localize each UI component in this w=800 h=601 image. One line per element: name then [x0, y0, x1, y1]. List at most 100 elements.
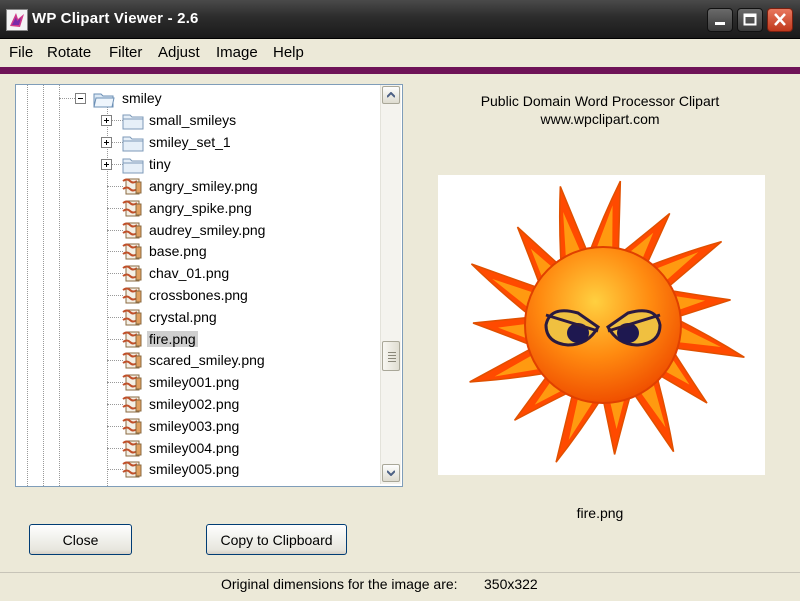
tree-file-selected[interactable]: fire.png [16, 330, 376, 350]
expand-icon[interactable] [101, 159, 112, 170]
tree-file[interactable]: smiley004.png [16, 439, 376, 459]
folder-icon [122, 114, 144, 130]
file-tree[interactable]: smiley small_smileys smiley_set_1tiny ang… [15, 84, 403, 487]
tree-subfolder[interactable]: smiley_set_1 [16, 133, 376, 153]
menu-filter[interactable]: Filter [109, 44, 142, 61]
tree-subfolder[interactable]: small_smileys [16, 111, 376, 131]
expand-icon[interactable] [101, 137, 112, 148]
tree-connector [107, 360, 123, 362]
tree-connector [107, 186, 123, 187]
tree-scrollbar[interactable] [380, 85, 401, 484]
tree-file[interactable]: crossbones.png [16, 286, 376, 306]
accent-strip [0, 67, 800, 74]
menu-help[interactable]: Help [273, 44, 304, 61]
tree-connector [107, 338, 123, 340]
close-button[interactable]: Close [29, 524, 132, 555]
app-window: WP Clipart Viewer - 2.6 File Rotate Filt… [0, 0, 800, 601]
tree-connector [107, 447, 123, 449]
status-label: Original dimensions for the image are: [221, 576, 458, 592]
tree-file-label: audrey_smiley.png [149, 221, 266, 238]
tree-file[interactable]: audrey_smiley.png [16, 221, 376, 241]
tree-subfolder-label: small_smileys [149, 112, 237, 128]
image-file-icon [122, 374, 142, 391]
tree-connector [107, 251, 123, 253]
tree-connector [107, 273, 123, 275]
title-bar[interactable]: WP Clipart Viewer - 2.6 [0, 0, 800, 39]
app-icon[interactable] [6, 9, 28, 31]
window-title: WP Clipart Viewer - 2.6 [32, 10, 199, 27]
chevron-up-icon [387, 92, 395, 98]
status-bar: Original dimensions for the image are: 3… [0, 572, 800, 601]
tree-file[interactable]: crystal.png [16, 308, 376, 328]
image-preview [438, 175, 765, 475]
preview-filename: fire.png [576, 505, 624, 521]
folder-icon [122, 136, 144, 152]
folder-open-icon [93, 93, 115, 108]
tree-file-label: crystal.png [149, 308, 217, 325]
close-window-button[interactable] [767, 8, 793, 32]
image-file-icon [122, 352, 142, 369]
image-file-icon [122, 243, 142, 260]
tree-file[interactable]: smiley005.png [16, 460, 376, 480]
collapse-icon[interactable] [75, 93, 86, 104]
copy-to-clipboard-button[interactable]: Copy to Clipboard [206, 524, 347, 555]
preview-caption-url: www.wpclipart.com [540, 111, 660, 127]
menu-image[interactable]: Image [216, 44, 258, 61]
tree-connector [107, 229, 123, 231]
fire-sun-image [469, 180, 745, 463]
tree-file-label: crossbones.png [149, 287, 248, 303]
tree-connector [107, 425, 123, 427]
tree-file-label: smiley003.png [149, 417, 240, 434]
tree-subfolder[interactable]: tiny [16, 155, 376, 175]
menu-file[interactable]: File [9, 44, 33, 61]
tree-file-label: smiley005.png [149, 461, 240, 478]
tree-file-label: fire.png [147, 330, 198, 347]
expand-icon[interactable] [101, 115, 112, 126]
tree-connector [107, 295, 123, 296]
tree-file[interactable]: chav_01.png [16, 264, 376, 284]
tree-file[interactable]: smiley001.png [16, 373, 376, 393]
tree-file[interactable]: smiley002.png [16, 395, 376, 415]
tree-subfolder-label: tiny [149, 156, 171, 172]
tree-subfolder-label: smiley_set_1 [149, 134, 231, 150]
tree-file-label: base.png [149, 243, 207, 260]
tree-file[interactable]: base.png [16, 242, 376, 262]
menu-adjust[interactable]: Adjust [158, 44, 200, 61]
tree-file[interactable]: angry_smiley.png [16, 177, 376, 197]
image-file-icon [122, 331, 142, 348]
tree-file-label: angry_smiley.png [149, 178, 258, 194]
tree-file-label: smiley002.png [149, 396, 240, 412]
tree-file[interactable]: scared_smiley.png [16, 351, 376, 371]
tree-file-label: scared_smiley.png [149, 352, 265, 369]
tree-file-label: angry_spike.png [149, 199, 252, 216]
image-file-icon [122, 287, 142, 304]
image-file-icon [122, 222, 142, 239]
tree-folder-label: smiley [122, 90, 162, 106]
tree-folder-smiley[interactable]: smiley [16, 89, 376, 109]
minimize-button[interactable] [707, 8, 733, 32]
image-file-icon [122, 265, 142, 282]
maximize-button[interactable] [737, 8, 763, 32]
image-file-icon [122, 396, 142, 413]
image-file-icon [122, 309, 142, 326]
tree-file[interactable]: angry_spike.png [16, 199, 376, 219]
image-file-icon [122, 461, 142, 478]
menu-bar: File Rotate Filter Adjust Image Help [0, 39, 800, 67]
scroll-down-button[interactable] [382, 464, 400, 482]
tree-connector [107, 404, 123, 405]
menu-rotate[interactable]: Rotate [47, 44, 91, 61]
tree-file[interactable]: smiley003.png [16, 417, 376, 437]
image-file-icon [122, 200, 142, 217]
tree-file-label: smiley004.png [149, 439, 240, 456]
scroll-up-button[interactable] [382, 86, 400, 104]
preview-caption-title: Public Domain Word Processor Clipart [480, 93, 720, 109]
tree-connector [107, 207, 123, 209]
scroll-thumb[interactable] [382, 341, 400, 371]
tree-connector [107, 469, 123, 471]
tree-connector [107, 382, 123, 384]
image-file-icon [122, 178, 142, 195]
folder-icon [122, 158, 144, 174]
tree-file-label: chav_01.png [149, 265, 230, 282]
chevron-down-icon [387, 470, 395, 476]
tree-file-label: smiley001.png [149, 374, 240, 391]
